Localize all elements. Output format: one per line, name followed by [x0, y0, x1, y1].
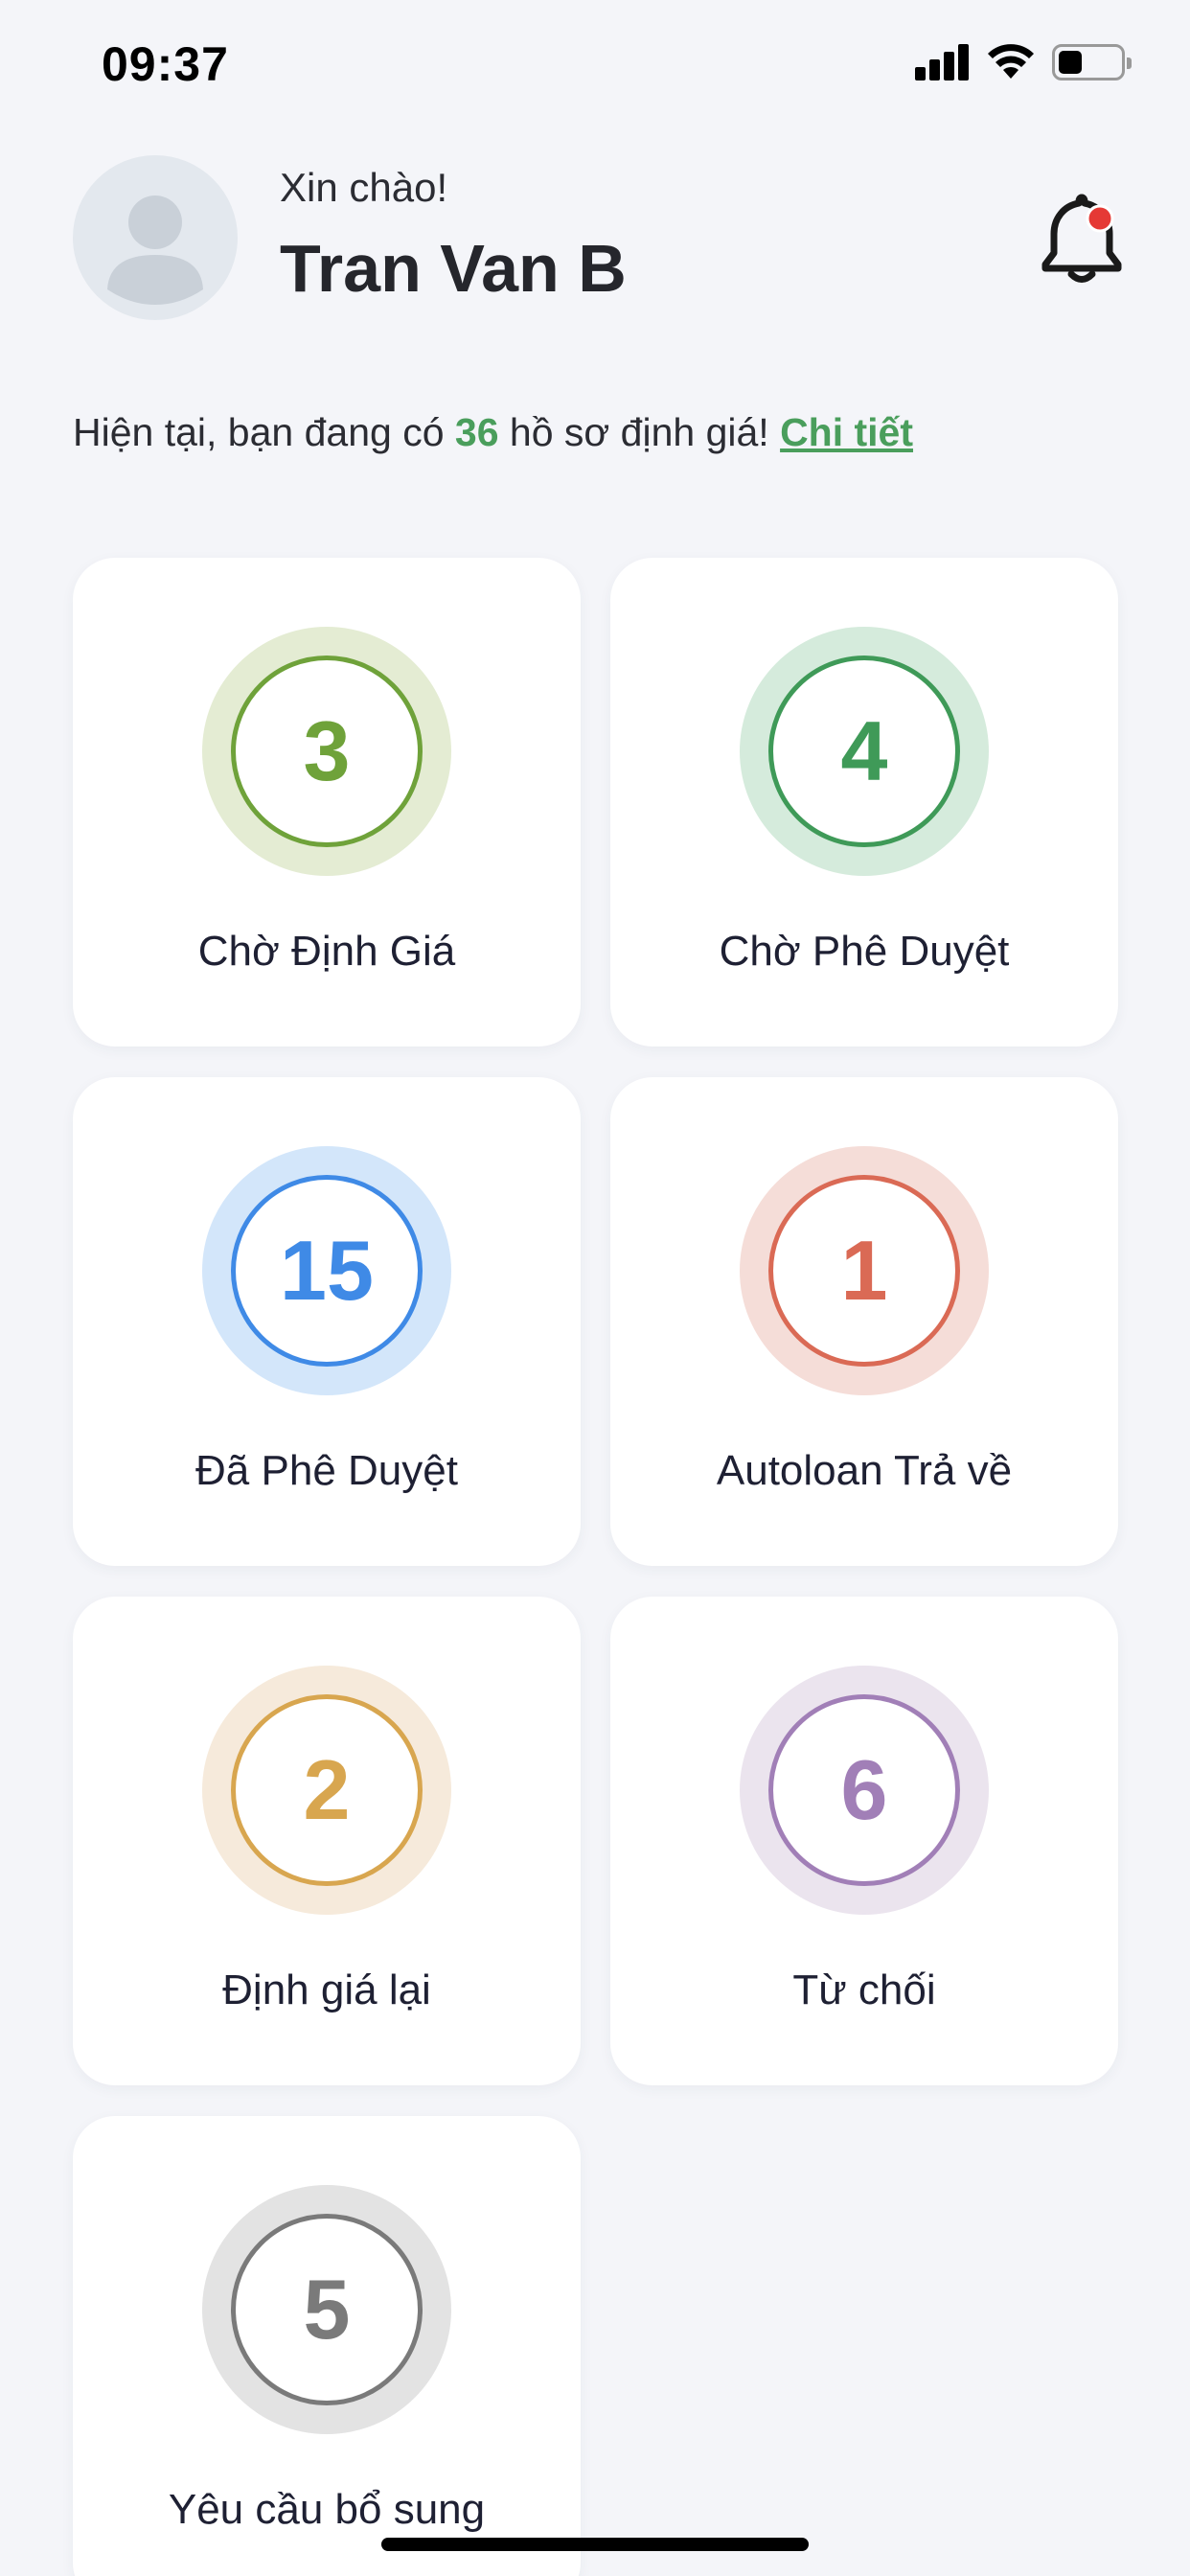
notification-badge [1086, 204, 1114, 233]
card-label: Chờ Phê Duyệt [719, 928, 1010, 975]
count-ring: 1 [740, 1146, 989, 1395]
count-value: 3 [303, 703, 351, 798]
cellular-signal-icon [915, 44, 971, 80]
wifi-icon [987, 42, 1035, 80]
home-screen: 09:37 Xin chào! Tran Van B Hiện tại, bạn… [0, 0, 1190, 2576]
count-value: 4 [840, 703, 888, 798]
detail-link[interactable]: Chi tiết [780, 410, 913, 454]
card-label: Autoloan Trả về [716, 1447, 1013, 1494]
card-label: Yêu cầu bổ sung [168, 2486, 486, 2533]
count-ring: 5 [202, 2185, 451, 2434]
card-label: Chờ Định Giá [197, 928, 456, 975]
status-bar: 09:37 [0, 0, 1190, 125]
count-ring: 6 [740, 1666, 989, 1915]
bell-icon[interactable] [1037, 190, 1127, 286]
status-time: 09:37 [102, 37, 229, 91]
count-ring: 2 [202, 1666, 451, 1915]
summary-line: Hiện tại, bạn đang có 36 hồ sơ định giá!… [73, 410, 913, 455]
card-label: Định giá lại [222, 1966, 431, 2013]
status-card-yeu-cau-bo-sung[interactable]: 5 Yêu cầu bổ sung [73, 2116, 581, 2576]
count-ring: 4 [740, 627, 989, 876]
status-card-cho-dinh-gia[interactable]: 3 Chờ Định Giá [73, 558, 581, 1046]
summary-prefix: Hiện tại, bạn đang có [73, 410, 455, 454]
count-ring: 3 [202, 627, 451, 876]
count-ring: 15 [202, 1146, 451, 1395]
card-label: Đã Phê Duyệt [195, 1447, 458, 1494]
count-value: 15 [280, 1223, 374, 1318]
count-value: 6 [840, 1742, 888, 1837]
count-value: 2 [303, 1742, 351, 1837]
status-card-tu-choi[interactable]: 6 Từ chối [610, 1597, 1118, 2085]
user-name: Tran Van B [280, 231, 627, 306]
status-card-da-phe-duyet[interactable]: 15 Đã Phê Duyệt [73, 1077, 581, 1566]
status-card-dinh-gia-lai[interactable]: 2 Định giá lại [73, 1597, 581, 2085]
status-card-autoloan-tra-ve[interactable]: 1 Autoloan Trả về [610, 1077, 1118, 1566]
home-indicator [381, 2538, 809, 2551]
count-value: 1 [840, 1223, 888, 1318]
summary-count: 36 [454, 410, 499, 454]
summary-suffix: hồ sơ định giá! [498, 410, 781, 454]
user-avatar-icon[interactable] [73, 155, 238, 320]
card-label: Từ chối [792, 1966, 936, 2013]
greeting-text: Xin chào! [280, 165, 448, 210]
count-value: 5 [303, 2262, 351, 2357]
battery-icon [1052, 44, 1132, 80]
status-card-cho-phe-duyet[interactable]: 4 Chờ Phê Duyệt [610, 558, 1118, 1046]
